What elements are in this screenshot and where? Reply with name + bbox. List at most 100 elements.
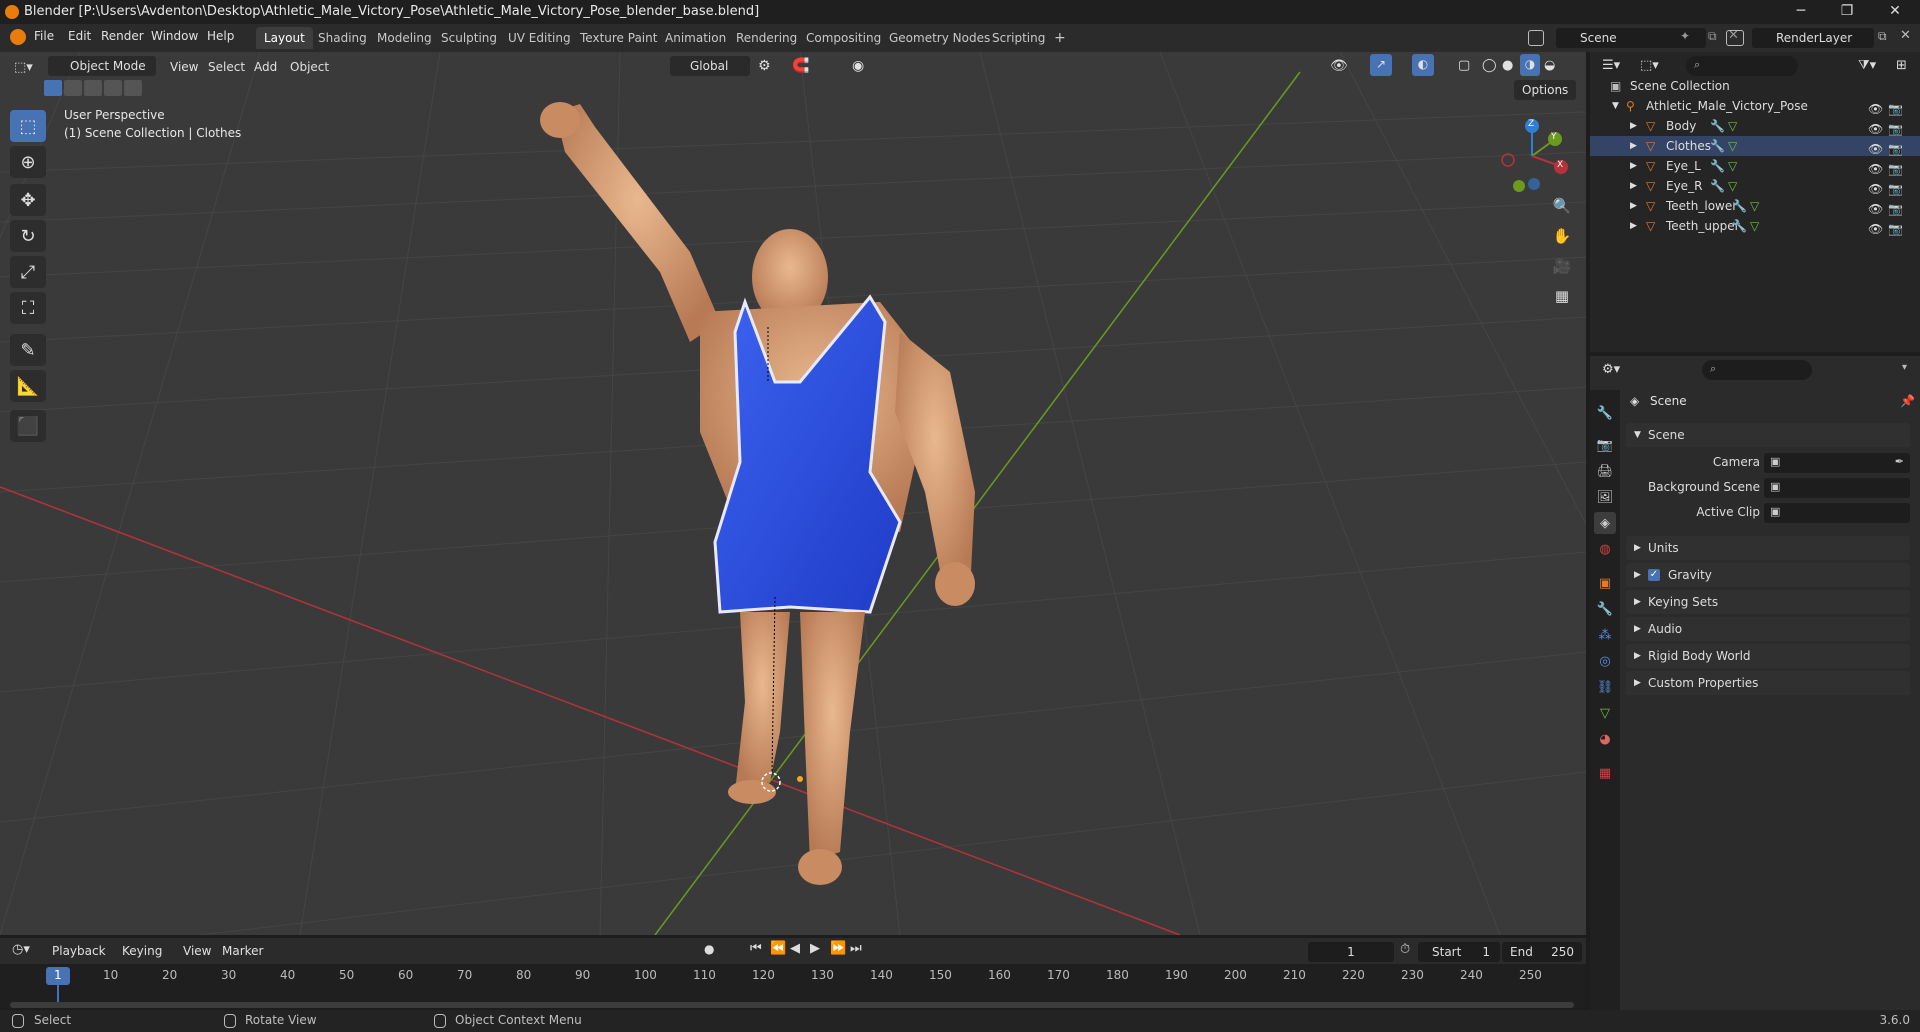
props-options-chevron-icon[interactable]: ▾ <box>1902 362 1907 373</box>
material-props-tab-icon[interactable]: ◕ <box>1594 728 1616 750</box>
navigation-gizmo[interactable]: Z Y X <box>1492 114 1572 194</box>
proportional-edit-icon[interactable]: ◉ <box>852 56 864 76</box>
visibility-eye-icon[interactable]: 👁 <box>1868 99 1883 116</box>
add-workspace-button[interactable]: + <box>1046 27 1074 49</box>
visibility-eye-icon[interactable]: 👁 <box>1868 119 1883 136</box>
3d-viewport[interactable]: ⬚▾ Object Mode View Select Add Object Gl… <box>0 52 1586 935</box>
overlay-toggle-icon[interactable]: ◐ <box>1412 54 1434 76</box>
property-field[interactable]: ▣ <box>1764 503 1910 523</box>
outliner[interactable]: ☰▾ ⬚▾ ⌕ ⧩▾ ⊞ ▣ Scene Collection ▼ ⚲ Athl… <box>1590 52 1920 352</box>
output-props-tab-icon[interactable]: 🖨 <box>1594 460 1616 482</box>
expand-arrow-icon[interactable]: ▶ <box>1630 136 1637 156</box>
record-icon[interactable]: ● <box>704 942 714 956</box>
outliner-row-object[interactable]: ▶ ▽ Clothes 🔧 ▽ 👁 📷 <box>1590 136 1920 156</box>
menu-edit[interactable]: Edit <box>68 29 91 43</box>
menu-playback[interactable]: Playback <box>52 941 106 961</box>
visibility-icon[interactable]: 👁 <box>1330 56 1348 76</box>
transform-tool[interactable]: ⛶ <box>10 292 46 324</box>
eyedropper-icon[interactable]: ✒ <box>1895 455 1904 468</box>
render-camera-icon[interactable]: 📷 <box>1888 159 1903 176</box>
render-camera-icon[interactable]: 📷 <box>1888 179 1903 196</box>
visibility-eye-icon[interactable]: 👁 <box>1868 219 1883 236</box>
menu-marker[interactable]: Marker <box>222 941 263 961</box>
collapsed-panel[interactable]: ▶ Audio <box>1626 617 1910 641</box>
timeline-scrollbar[interactable] <box>10 1002 1574 1008</box>
render-camera-icon[interactable]: 📷 <box>1888 119 1903 136</box>
physics-props-tab-icon[interactable]: ◎ <box>1594 650 1616 672</box>
options-dropdown[interactable]: Options <box>1514 80 1577 100</box>
menu-window[interactable]: Window <box>151 29 198 43</box>
tab-uv-editing[interactable]: UV Editing <box>500 27 579 49</box>
maximize-button[interactable]: ❐ <box>1824 0 1870 24</box>
visibility-eye-icon[interactable]: 👁 <box>1868 179 1883 196</box>
collapsed-panel[interactable]: ▶ ✓ Gravity <box>1626 563 1910 587</box>
pivot-point-icon[interactable]: ⚙ <box>758 56 771 76</box>
tab-layout[interactable]: Layout <box>256 27 313 49</box>
gizmo-toggle-icon[interactable]: ↗ <box>1370 54 1392 76</box>
menu-view[interactable]: View <box>170 57 198 77</box>
collapsed-panel[interactable]: ▶ Keying Sets <box>1626 590 1910 614</box>
render-camera-icon[interactable]: 📷 <box>1888 99 1903 116</box>
tab-modeling[interactable]: Modeling <box>369 27 440 49</box>
timeline-area[interactable]: 1 10 20 30 40 50 60 70 80 90 100 110 120 130 140 150 160… <box>0 964 1586 1008</box>
grid-view-icon[interactable]: ▦ <box>1548 282 1576 310</box>
tab-sculpting[interactable]: Sculpting <box>433 27 505 49</box>
expand-arrow-icon[interactable]: ▶ <box>1630 216 1637 236</box>
visibility-eye-icon[interactable]: 👁 <box>1868 199 1883 216</box>
solid-shading-icon[interactable]: ● <box>1502 56 1513 76</box>
data-props-tab-icon[interactable]: ▽ <box>1594 702 1616 724</box>
collapsed-panel[interactable]: ▶ Units <box>1626 536 1910 560</box>
menu-object[interactable]: Object <box>290 57 329 77</box>
display-mode-icon[interactable]: ⬚▾ <box>1640 58 1659 73</box>
move-tool[interactable]: ✥ <box>10 184 46 216</box>
tab-animation[interactable]: Animation <box>657 27 734 49</box>
expand-arrow-icon[interactable]: ▶ <box>1630 116 1637 136</box>
gravity-checkbox[interactable]: ✓ <box>1648 569 1660 581</box>
filter-icon[interactable]: ⧩▾ <box>1858 58 1876 73</box>
menu-help[interactable]: Help <box>207 29 234 43</box>
outliner-row-object[interactable]: ▶ ▽ Teeth_upper 🔧 ▽ 👁 📷 <box>1590 216 1920 236</box>
select-extend-icon[interactable] <box>64 80 82 96</box>
outliner-row-object[interactable]: ▶ ▽ Body 🔧 ▽ 👁 📷 <box>1590 116 1920 136</box>
menu-add[interactable]: Add <box>254 57 277 77</box>
snap-icon[interactable]: 🧲 <box>792 56 809 76</box>
texture-props-tab-icon[interactable]: ▦ <box>1594 762 1616 784</box>
select-invert-icon[interactable] <box>104 80 122 96</box>
measure-tool[interactable]: 📐 <box>10 370 46 402</box>
menu-timeline-view[interactable]: View <box>183 941 211 961</box>
select-intersect-icon[interactable] <box>124 80 142 96</box>
tool-props-tab-icon[interactable]: 🔧 <box>1594 402 1616 424</box>
tab-rendering[interactable]: Rendering <box>728 27 805 49</box>
menu-keying[interactable]: Keying <box>122 941 162 961</box>
outliner-row-object[interactable]: ▶ ▽ Eye_L 🔧 ▽ 👁 📷 <box>1590 156 1920 176</box>
add-cube-tool[interactable]: ⬛ <box>10 410 46 442</box>
start-frame-field[interactable]: Start 1 <box>1418 942 1500 962</box>
rendered-shading-icon[interactable]: ◒ <box>1544 56 1555 76</box>
scene-browse-icon[interactable] <box>1528 30 1544 46</box>
play-reverse-icon[interactable]: ◀ <box>790 941 800 956</box>
tab-geometry-nodes[interactable]: Geometry Nodes <box>881 27 998 49</box>
visibility-eye-icon[interactable]: 👁 <box>1868 159 1883 176</box>
minimize-button[interactable]: ─ <box>1778 0 1824 24</box>
outliner-search-input[interactable]: ⌕ <box>1686 56 1798 76</box>
renderlayer-browse-icon[interactable] <box>1726 30 1744 46</box>
new-collection-icon[interactable]: ⊞ <box>1896 58 1907 73</box>
zoom-icon[interactable]: 🔍 <box>1548 192 1576 220</box>
select-new-icon[interactable] <box>44 80 62 96</box>
play-icon[interactable]: ▶ <box>810 941 820 956</box>
preview-range-icon[interactable]: ⏱ <box>1400 942 1410 957</box>
expand-arrow-icon[interactable]: ▶ <box>1630 176 1637 196</box>
next-keyframe-icon[interactable]: ⏩ <box>830 941 846 956</box>
properties-search-input[interactable]: ⌕ <box>1702 360 1812 380</box>
menu-select[interactable]: Select <box>208 57 245 77</box>
tab-shading[interactable]: Shading <box>310 27 375 49</box>
renderlayer-name-field[interactable]: RenderLayer <box>1752 28 1874 48</box>
select-subtract-icon[interactable] <box>84 80 102 96</box>
scene-new-icon[interactable]: ⧉ <box>1708 29 1717 44</box>
render-props-tab-icon[interactable]: 📷 <box>1594 434 1616 456</box>
tab-scripting[interactable]: Scripting <box>984 27 1053 49</box>
jump-start-icon[interactable]: ⏮ <box>750 941 762 956</box>
visibility-eye-icon[interactable]: 👁 <box>1868 139 1883 156</box>
wireframe-shading-icon[interactable]: ◯ <box>1482 56 1497 76</box>
object-props-tab-icon[interactable]: ▣ <box>1594 572 1616 594</box>
